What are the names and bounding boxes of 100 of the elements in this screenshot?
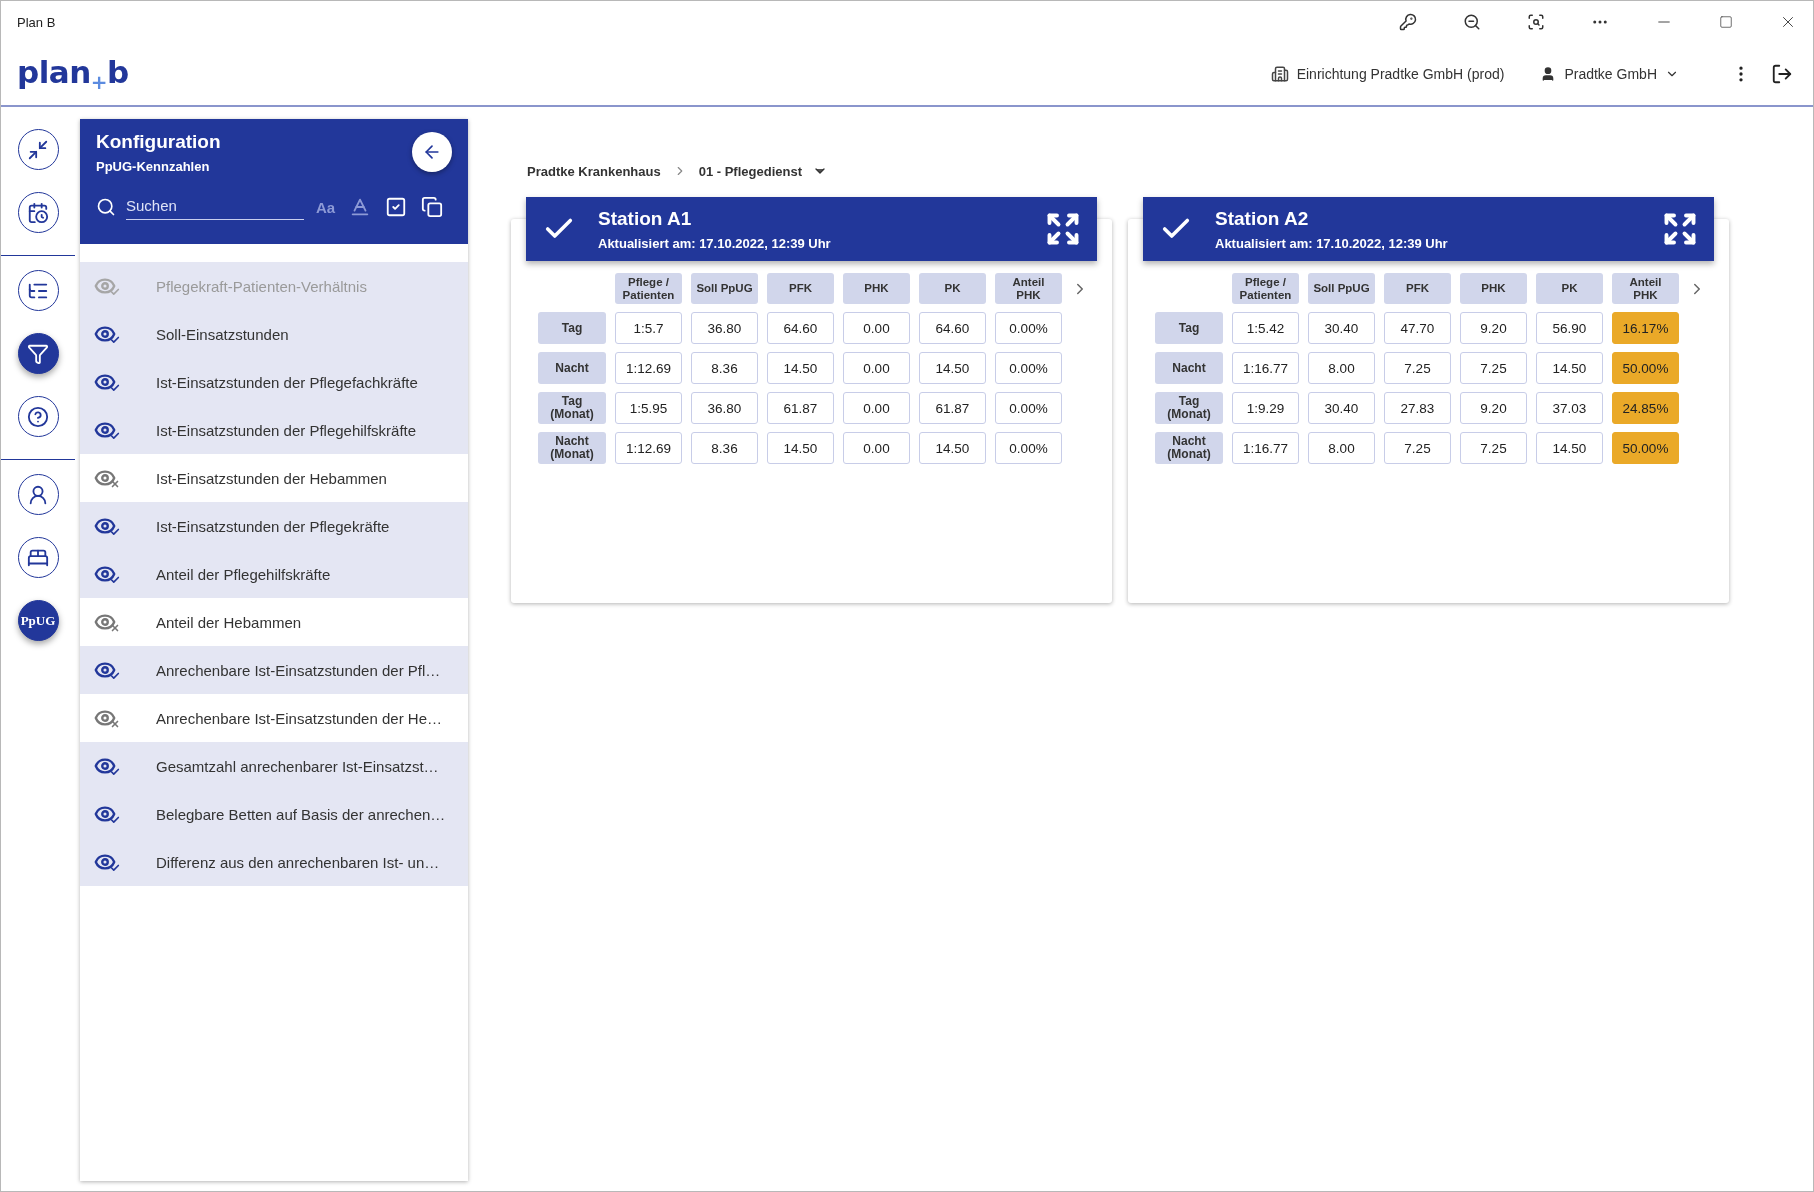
column-header: Anteil PHK [995,273,1062,304]
back-button[interactable] [412,132,452,172]
table-cell: 37.03 [1536,392,1603,424]
table-cell: 9.20 [1460,312,1527,344]
table-cell: 1:16.77 [1232,432,1299,464]
breadcrumb-select[interactable]: 01 - Pflegedienst [698,163,828,179]
row-header: Tag [538,312,606,344]
list-item[interactable]: Soll-Einsatzstunden [80,310,468,358]
help-icon[interactable] [17,396,59,437]
table-cell: 0.00% [995,312,1062,344]
table-cell: 64.60 [919,312,986,344]
table-cell: 8.00 [1308,432,1375,464]
update-time: Aktualisiert am: 17.10.2022, 12:39 Uhr [598,235,832,251]
column-header: Anteil PHK [1612,273,1679,304]
list-item[interactable]: Ist-Einsatzstunden der Pflegekräfte [80,502,468,550]
column-header: PHK [843,273,910,304]
table-cell: 61.87 [767,392,834,424]
row-header: Tag (Monat) [1155,392,1223,424]
table-cell: 14.50 [767,432,834,464]
item-label: Soll-Einsatzstunden [156,325,289,343]
table-cell: 0.00% [995,352,1062,384]
row-header: Nacht (Monat) [1155,432,1223,464]
window-title: Plan B [17,14,57,30]
table-cell: 7.25 [1384,352,1451,384]
table-cell: 1:9.29 [1232,392,1299,424]
table-cell: 1:5.7 [615,312,682,344]
table-cell: 14.50 [767,352,834,384]
logo: plan$_{+}$b [17,54,130,94]
table-cell: 1:12.69 [615,432,682,464]
calendar-clock-icon[interactable] [17,192,59,233]
table-cell: 16.17% [1612,312,1679,344]
column-header: PK [1536,273,1603,304]
match-case-toggle[interactable]: Aa [314,196,338,218]
collapse-icon[interactable] [17,129,59,170]
table-cell: 27.83 [1384,392,1451,424]
update-time: Aktualisiert am: 17.10.2022, 12:39 Uhr [1215,235,1449,251]
row-header: Tag (Monat) [538,392,606,424]
column-header: PFK [767,273,834,304]
table-cell: 8.36 [691,432,758,464]
table-cell: 14.50 [1536,432,1603,464]
table-cell: 56.90 [1536,312,1603,344]
tree-list-icon[interactable] [17,270,59,311]
facility-label: Einrichtung Pradtke GmbH (prod) [1296,66,1505,82]
list-item[interactable]: Ist-Einsatzstunden der Pflegefachkräfte [80,358,468,406]
table-cell: 14.50 [919,352,986,384]
table-cell: 0.00 [843,432,910,464]
column-header: Pflege / Patienten [1232,273,1299,304]
zoom-out-icon[interactable] [1463,13,1481,31]
item-label: Belegbare Betten auf Basis der anrechen… [156,805,446,823]
table-cell: 24.85% [1612,392,1679,424]
column-header: Soll PpUG [1308,273,1375,304]
list-item[interactable]: Ist-Einsatzstunden der Pflegehilfskräfte [80,406,468,454]
table-cell: 14.50 [919,432,986,464]
table-cell: 7.25 [1384,432,1451,464]
list-item[interactable]: Gesamtzahl anrechenbarer Ist-Einsatzst… [80,742,468,790]
key-icon[interactable] [1399,13,1417,31]
item-label: Ist-Einsatzstunden der Pflegehilfskräfte [156,421,417,439]
breadcrumb-link[interactable]: Pradtke Krankenhaus [527,163,661,179]
expand-icon[interactable] [1662,211,1698,247]
column-header: PFK [1384,273,1451,304]
table-cell: 7.25 [1460,352,1527,384]
item-label: Pflegekraft-Patienten-Verhältnis [156,277,367,295]
table-cell: 30.40 [1308,392,1375,424]
user-menu[interactable]: Pradtke GmbH [1534,65,1685,83]
building-icon [1270,65,1289,83]
table-cell: 1:12.69 [615,352,682,384]
panel-subtitle: PpUG-Kennzahlen [96,159,211,174]
panel-title: Konfiguration [96,131,221,153]
table-cell: 47.70 [1384,312,1451,344]
list-item[interactable]: Differenz aus den anrechenbaren Ist- un… [80,838,468,886]
item-label: Anteil der Hebammen [156,613,302,631]
list-item[interactable]: Anrechenbare Ist-Einsatzstunden der Pfl… [80,646,468,694]
row-header: Nacht (Monat) [538,432,606,464]
table-cell: 30.40 [1308,312,1375,344]
table-cell: 7.25 [1460,432,1527,464]
bed-icon[interactable] [17,537,59,578]
table-cell: 1:5.42 [1232,312,1299,344]
rail-button[interactable]: PpUG [17,600,59,641]
expand-icon[interactable] [1045,211,1081,247]
table-cell: 36.80 [691,392,758,424]
list-item[interactable]: Anteil der Pflegehilfskräfte [80,550,468,598]
table-cell: 50.00% [1612,432,1679,464]
nurse-icon[interactable] [17,474,59,515]
filter-icon[interactable] [17,333,59,374]
column-header: Soll PpUG [691,273,758,304]
table-cell: 36.80 [691,312,758,344]
column-header: PHK [1460,273,1527,304]
item-label: Ist-Einsatzstunden der Pflegefachkräfte [156,373,418,391]
list-item[interactable]: Belegbare Betten auf Basis der anrechen… [80,790,468,838]
table-cell: 0.00% [995,432,1062,464]
item-label: Anteil der Pflegehilfskräfte [156,565,331,583]
maximize-icon[interactable] [1719,15,1733,29]
row-header: Nacht [1155,352,1223,384]
table-cell: 8.00 [1308,352,1375,384]
search-field[interactable]: Suchen [126,194,304,220]
column-header: PK [919,273,986,304]
table-cell: 1:5.95 [615,392,682,424]
station-title: Station A1 [598,207,693,230]
screen-search-icon[interactable] [1527,13,1545,31]
table-cell: 50.00% [1612,352,1679,384]
